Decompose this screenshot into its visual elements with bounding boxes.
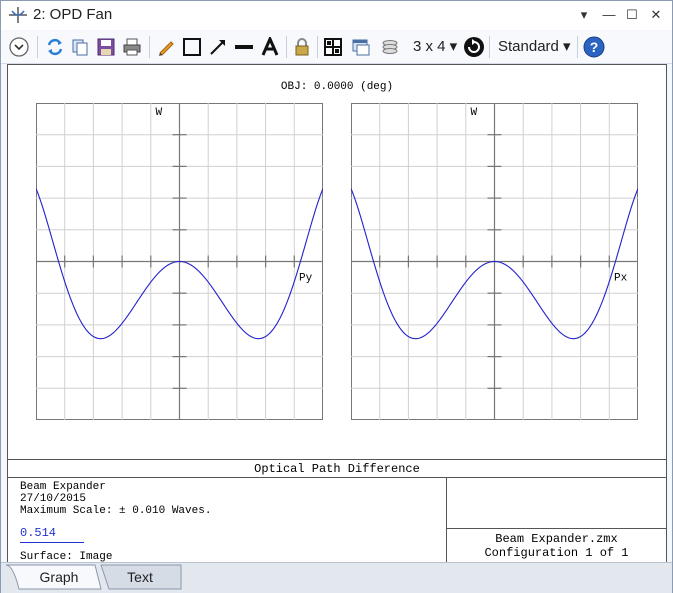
maximum-scale: Maximum Scale: ± 0.010 Waves. [20, 505, 212, 517]
analysis-date: 27/10/2015 [20, 493, 87, 505]
save-icon[interactable] [94, 35, 118, 59]
toolbar-separator [489, 36, 490, 58]
tab-bar: Graph Text [1, 562, 672, 593]
toolbar-separator [37, 36, 38, 58]
refresh-icon[interactable] [43, 35, 67, 59]
layout-dropdown[interactable]: 3 x 4 ▾ [413, 37, 457, 59]
toolbar-separator [286, 36, 287, 58]
toolbar-separator [149, 36, 150, 58]
tab-text[interactable]: Text [105, 565, 175, 589]
x-axis-label: Px [614, 273, 628, 285]
opd-fan-sagittal-chart: W Px [351, 103, 638, 420]
window-menu-dropdown-icon[interactable]: ▾ [573, 5, 595, 25]
y-axis-label: W [156, 107, 163, 119]
plot-area: OBJ: 0.0000 (deg) W Py W Px Optical Path D… [7, 64, 667, 563]
tab-graph[interactable]: Graph [19, 565, 99, 589]
configuration-label: Configuration 1 of 1 [484, 546, 629, 560]
setting-dropdown[interactable]: Standard ▾ [498, 37, 571, 59]
minimize-button[interactable]: — [598, 5, 620, 25]
line-icon[interactable] [232, 35, 256, 59]
rectangle-icon[interactable] [180, 35, 204, 59]
auto-update-icon[interactable] [462, 35, 486, 59]
lock-icon[interactable] [290, 35, 314, 59]
toolbar-separator [317, 36, 318, 58]
copy-icon[interactable] [68, 35, 92, 59]
settings-expand-icon[interactable] [7, 35, 31, 59]
y-axis-label: W [471, 107, 478, 119]
scale-bar [20, 542, 84, 543]
info-box: Optical Path Difference Beam Expander 27… [8, 459, 666, 563]
maximize-button[interactable]: ☐ [621, 5, 643, 25]
stack-layers-icon[interactable] [378, 35, 402, 59]
info-right-panel: Beam Expander.zmx Configuration 1 of 1 [447, 528, 666, 563]
file-name: Beam Expander.zmx [495, 532, 618, 546]
window-layout-icon[interactable] [349, 35, 373, 59]
lens-name: Beam Expander [20, 481, 106, 493]
toolbar-separator [577, 36, 578, 58]
window-title: 2: OPD Fan [33, 6, 113, 23]
opd-fan-window: 2: OPD Fan ▾ — ☐ ✕ 3 x 4 ▾ Standard ▾ ? … [0, 0, 673, 593]
toolbar: 3 x 4 ▾ Standard ▾ ? [1, 31, 672, 64]
help-icon[interactable]: ? [582, 35, 606, 59]
print-icon[interactable] [120, 35, 144, 59]
opd-fan-tangential-chart: W Py [36, 103, 323, 420]
scale-value: 0.514 [20, 526, 57, 540]
analysis-title: Optical Path Difference [8, 462, 666, 478]
object-field-label: OBJ: 0.0000 (deg) [280, 81, 394, 93]
text-tool-icon[interactable] [258, 35, 282, 59]
arrow-icon[interactable] [206, 35, 230, 59]
pencil-icon[interactable] [154, 35, 178, 59]
close-button[interactable]: ✕ [645, 5, 667, 25]
lens-app-icon [8, 6, 28, 24]
x-axis-label: Py [299, 273, 313, 285]
title-bar[interactable]: 2: OPD Fan ▾ — ☐ ✕ [1, 1, 672, 30]
svg-text:?: ? [590, 39, 599, 55]
info-left-panel: Beam Expander 27/10/2015 Maximum Scale: … [8, 478, 447, 563]
grid-layout-icon[interactable] [321, 35, 345, 59]
